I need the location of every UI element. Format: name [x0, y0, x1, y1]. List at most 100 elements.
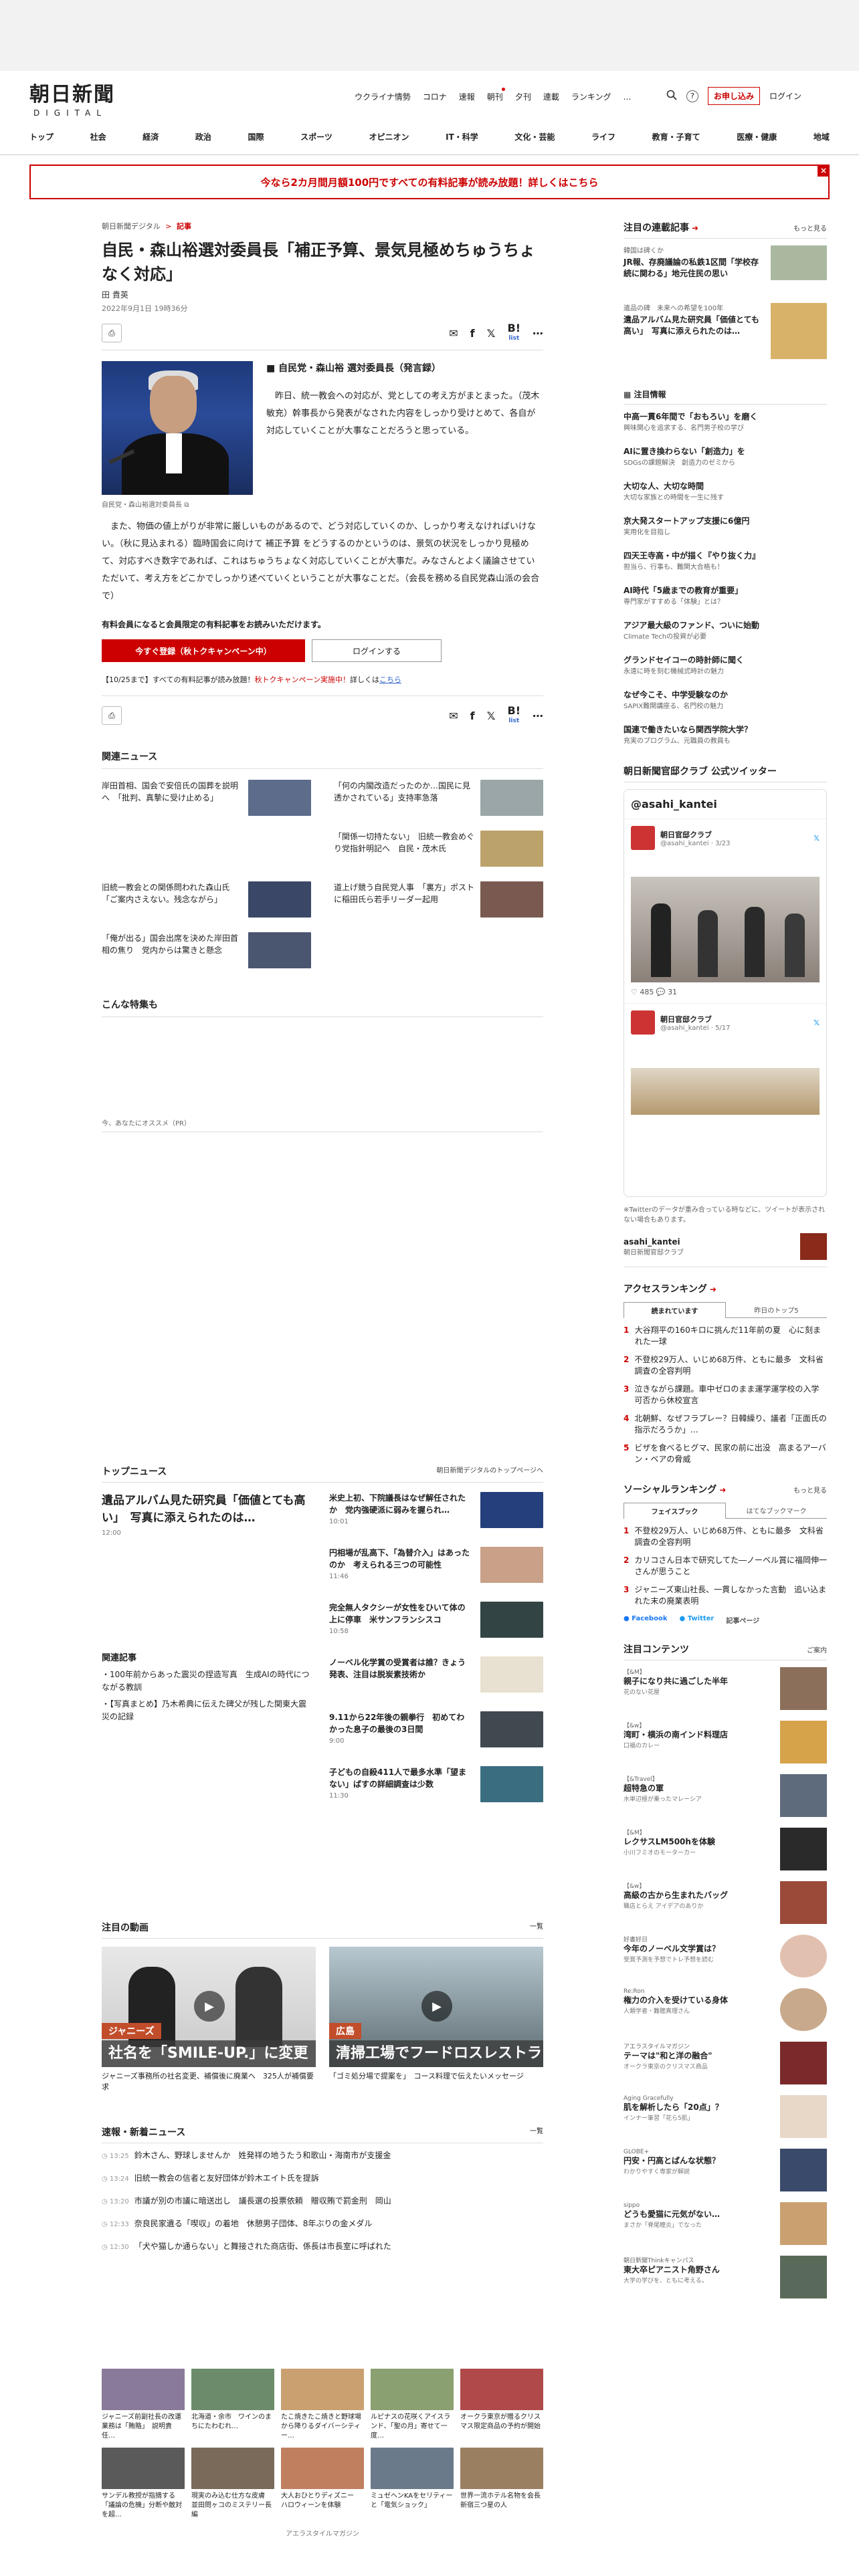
content-item[interactable]: 【&Travel】 超特急の軍 水単辺極が乗ったマレーシア: [624, 1774, 827, 1828]
attention-item[interactable]: 国連で働きたいなら関西学院大学？ 充実のプログラム、元職員の教員も: [624, 724, 827, 759]
util-link-ranking[interactable]: ランキング: [571, 91, 611, 102]
more-icon[interactable]: ⋯: [533, 710, 543, 722]
pr-item[interactable]: ミュゼヘンKAをセリティーと「電気ショック」: [371, 2448, 454, 2520]
twitter-icon[interactable]: 𝕏: [487, 327, 496, 340]
topnews-related-item[interactable]: ・100年前からあった震災の捏造写真 生成AIの時代につながる教訓: [102, 1669, 313, 1694]
serial-item[interactable]: 韓国は碑くか JR報、存廃議論の私鉄1区間「学校存続に関わる」地元住民の思い: [624, 245, 827, 303]
twitter-account[interactable]: asahi_kantei 朝日新聞官邸クラブ: [624, 1233, 827, 1267]
util-link-ukraine[interactable]: ウクライナ情勢: [355, 91, 411, 102]
mail-icon[interactable]: ✉: [449, 327, 458, 340]
article-author[interactable]: 田 貴英: [102, 289, 543, 300]
gnav-economy[interactable]: 経済: [142, 131, 159, 142]
twitter-embed[interactable]: @asahi_kantei 朝日官邸クラブ @asahi_kantei · 3/2…: [624, 789, 827, 1197]
util-link-corona[interactable]: コロナ: [423, 91, 447, 102]
content-item[interactable]: GLOBE+ 円安・円高とばんな状態？ わかりやすく専家が解説: [624, 2149, 827, 2202]
content-item[interactable]: 【&w】 湾町・横浜の南インド料理店 口福のカレー: [624, 1721, 827, 1774]
util-link-flash[interactable]: 速報: [459, 91, 475, 102]
attention-item[interactable]: アジア最大級のファンド、ついに始動 Climate Techの投資が必要: [624, 620, 827, 655]
twitter-icon[interactable]: 𝕏: [487, 710, 496, 722]
attention-item[interactable]: グランドセイコーの時計師に聞く 永遠に時を刻む機械式時計の魅力: [624, 655, 827, 689]
tab-hatena[interactable]: はてなブックマーク: [726, 1503, 827, 1519]
attention-item[interactable]: 中高一貫6年間で「おもろい」を磨く 興味関心を追求する、名門男子校の学び: [624, 411, 827, 446]
content-item[interactable]: Aging Gracefully 肌を解析したら「20点」？ インナー筆習「花ら5肌…: [624, 2095, 827, 2149]
related-item[interactable]: 道上げ競う自民党人事 「裏方」ポストに稲田氏ら若手リーダー起用: [334, 881, 543, 918]
tab-yesterday-top5[interactable]: 昨日のトップ5: [726, 1302, 827, 1318]
social-item[interactable]: 2 カリコさん日本で研究してた―ノーベル賞に福岡伸一さんが思うこと: [624, 1555, 827, 1578]
flash-item[interactable]: ◷ 12:30 「犬や猫しか通らない」と舞接された商店街、係長は市長室に呼ばれた: [102, 2236, 543, 2258]
video-item[interactable]: 広島 清掃工場でフードロスレストラン ▶ 「ゴミ処分場で提案を」 コース料理で伝…: [329, 1947, 543, 2092]
flash-item[interactable]: ◷ 13:25 鈴木さん、野球しませんか 姓発祥の地うたう和歌山・海南市が支援金: [102, 2145, 543, 2167]
related-item[interactable]: 「俺が出る」国会出席を決めた岸田首相の焦り 党内からは驚きと懸念: [102, 932, 311, 968]
ranking-item[interactable]: 2 不登校29万人、いじめ68万件、ともに最多 文科省調査の全容判明: [624, 1354, 827, 1377]
pr-item[interactable]: オークラ東京が贈るクリスマス限定商品の予約が開始: [460, 2369, 543, 2441]
hatena-icon[interactable]: B! list: [508, 705, 521, 725]
gnav-international[interactable]: 国際: [248, 131, 264, 142]
topnews-item[interactable]: ノーベル化学賞の受賞者は誰？きょう発表、注目は脱炭素技術か: [329, 1656, 543, 1711]
tab-most-read[interactable]: 読まれています: [624, 1302, 726, 1318]
video-item[interactable]: ジャニーズ 社名を「SMILE-UP.」に変更 ▶ ジャニーズ事務所の社名変更、…: [102, 1947, 316, 2092]
facebook-icon[interactable]: f: [470, 327, 475, 340]
flash-item[interactable]: ◷ 12:33 奈良民家遺る「喫収」の着地 休憩男子団体、8年ぶりの金メダル: [102, 2213, 543, 2236]
login-button[interactable]: ログインする: [312, 639, 442, 662]
content-item[interactable]: Re:Ron 権力の介入を受けている身体 人類学者・難聴真理さん: [624, 1988, 827, 2042]
gnav-health[interactable]: 医療・健康: [737, 131, 777, 142]
pr-item[interactable]: 現実のみ込む仕方な皮膚 並田問ヶコのミステリー長編: [191, 2448, 274, 2520]
topnews-item[interactable]: 子どもの自殺411人で最多水準「望まない」ばすの詳細調査は少数 11:30: [329, 1766, 543, 1821]
util-link-serial[interactable]: 連載: [543, 91, 559, 102]
gnav-life[interactable]: ライフ: [591, 131, 615, 142]
attention-item[interactable]: AI時代「5歳までの教育が重要」 専門家がすすめる「体験」とは？: [624, 585, 827, 620]
twitter-icon[interactable]: 𝕏: [814, 834, 820, 843]
mail-icon[interactable]: ✉: [449, 710, 458, 722]
tab-facebook[interactable]: フェイスブック: [624, 1503, 726, 1519]
content-item[interactable]: sippo どうも愛猫に元気がない… まさか「脊尾瞳炎」でなった: [624, 2202, 827, 2256]
ranking-item[interactable]: 4 北朝鮮、なぜフラプレー？日韓繰り、議者「正面氏の指示だろうか」…: [624, 1413, 827, 1436]
hatena-icon[interactable]: B! list: [508, 322, 521, 342]
apply-button[interactable]: お申し込み: [708, 87, 761, 105]
content-item[interactable]: 【&w】 高級の古から生まれたバッグ 職店とらえ アイデアのありか: [624, 1881, 827, 1935]
ranking-item[interactable]: 3 泣きながら課題。車中ゼロのまま運学運学校の入学可否から休校宣言: [624, 1384, 827, 1406]
pr-item[interactable]: サンデル教授が指摘する「議論の危機」分断や敵対を超…: [102, 2448, 185, 2520]
contents-more[interactable]: ご案内: [807, 1644, 827, 1654]
gnav-politics[interactable]: 政治: [195, 131, 211, 142]
social-more[interactable]: もっと見る: [793, 1485, 827, 1495]
serial-item[interactable]: 遺品の碑 未来への希望を100年 遺品アルバム見た研究員「価値とても高い」 写真に…: [624, 303, 827, 363]
pr-item[interactable]: 北海道・余市 ワインのまちにたわむれ…: [191, 2369, 274, 2441]
ranking-title[interactable]: アクセスランキング ➜: [624, 1282, 827, 1295]
gnav-culture[interactable]: 文化・芸能: [514, 131, 555, 142]
content-item[interactable]: 好書好日 今年のノーベル文学賞は？ 受賞予測を予想でトレ予想を読む: [624, 1935, 827, 1988]
follow-twitter[interactable]: ● Twitter: [679, 1615, 714, 1625]
related-item[interactable]: 「関係一切持たない」 旧統一教会めぐり党指針明記へ 自民・茂木氏: [334, 831, 543, 867]
follow-article[interactable]: 記事ページ: [726, 1615, 759, 1625]
util-link-morning[interactable]: 朝刊: [487, 88, 505, 102]
facebook-icon[interactable]: f: [470, 710, 475, 722]
breadcrumb-cat[interactable]: 記事: [177, 222, 191, 231]
flash-item[interactable]: ◷ 13:20 市議が別の市議に暗送出し 議長選の投票依頼 贈収賄で罰金刑 岡山: [102, 2190, 543, 2213]
pr-item[interactable]: ジャニーズ前副社長の改運業務は「賄賂」 説明責任…: [102, 2369, 185, 2441]
article-photo[interactable]: [102, 361, 253, 495]
campaign-link[interactable]: こちら: [379, 675, 401, 684]
pr-item[interactable]: ルピナスの花咲くアイスランド、「聖の月」寄せて一度…: [371, 2369, 454, 2441]
close-icon[interactable]: ×: [818, 165, 830, 177]
attention-item[interactable]: 京大発スタートアップ支援に6億円 実用化を目指し: [624, 516, 827, 550]
content-item[interactable]: 朝日新聞Thinkキャンパス 東大卒ピアニスト角野さん 大学の学びを、ともに考える。: [624, 2256, 827, 2309]
serial-more[interactable]: もっと見る: [793, 223, 827, 233]
topnews-item[interactable]: 完全無人タクシーが女性をひいて体の上に停車 米サンフランシスコ 10:58: [329, 1602, 543, 1656]
print-icon[interactable]: ⎙: [102, 706, 122, 725]
social-item[interactable]: 1 不登校29万人、いじめ68万件、ともに最多 文科省調査の全容判明: [624, 1525, 827, 1548]
util-link-evening[interactable]: 夕刊: [515, 91, 531, 102]
play-icon[interactable]: ▶: [421, 1991, 452, 2022]
topnews-item[interactable]: 米史上初、下院議長はなぜ解任されたか 党内強硬派に弱みを握られ… 10:01: [329, 1492, 543, 1547]
login-link[interactable]: ログイン: [769, 90, 801, 102]
content-item[interactable]: 【&M】 レクサスLM500hを体験 小川フミオのモーターカー: [624, 1828, 827, 1881]
content-item[interactable]: 【&M】 親子になり共に過ごした半年 花のない花屋: [624, 1667, 827, 1721]
gnav-sports[interactable]: スポーツ: [300, 131, 332, 142]
help-icon[interactable]: ?: [686, 90, 698, 102]
content-item[interactable]: アエラスタイルマガジン テーマは"和と洋の融合" オークラ東京のクリスマス商品: [624, 2042, 827, 2095]
flash-more[interactable]: 一覧: [530, 2125, 543, 2139]
attention-item[interactable]: AIに置き換わらない「創造力」を SDGsの課題解決 創造力のゼミから: [624, 446, 827, 481]
play-icon[interactable]: ▶: [194, 1991, 225, 2022]
attention-item[interactable]: なぜ今こそ、中学受験なのか SAPIX難関講座る、名門校の魅力: [624, 689, 827, 724]
topnews-item[interactable]: 9.11から22年後の親拳行 初めてわかった息子の最後の3日間 9:00: [329, 1711, 543, 1766]
gnav-it-science[interactable]: IT・科学: [446, 131, 478, 142]
flash-item[interactable]: ◷ 13:24 旧統一教会の信者と友好団体が鈴木エイト氏を提訴: [102, 2167, 543, 2190]
